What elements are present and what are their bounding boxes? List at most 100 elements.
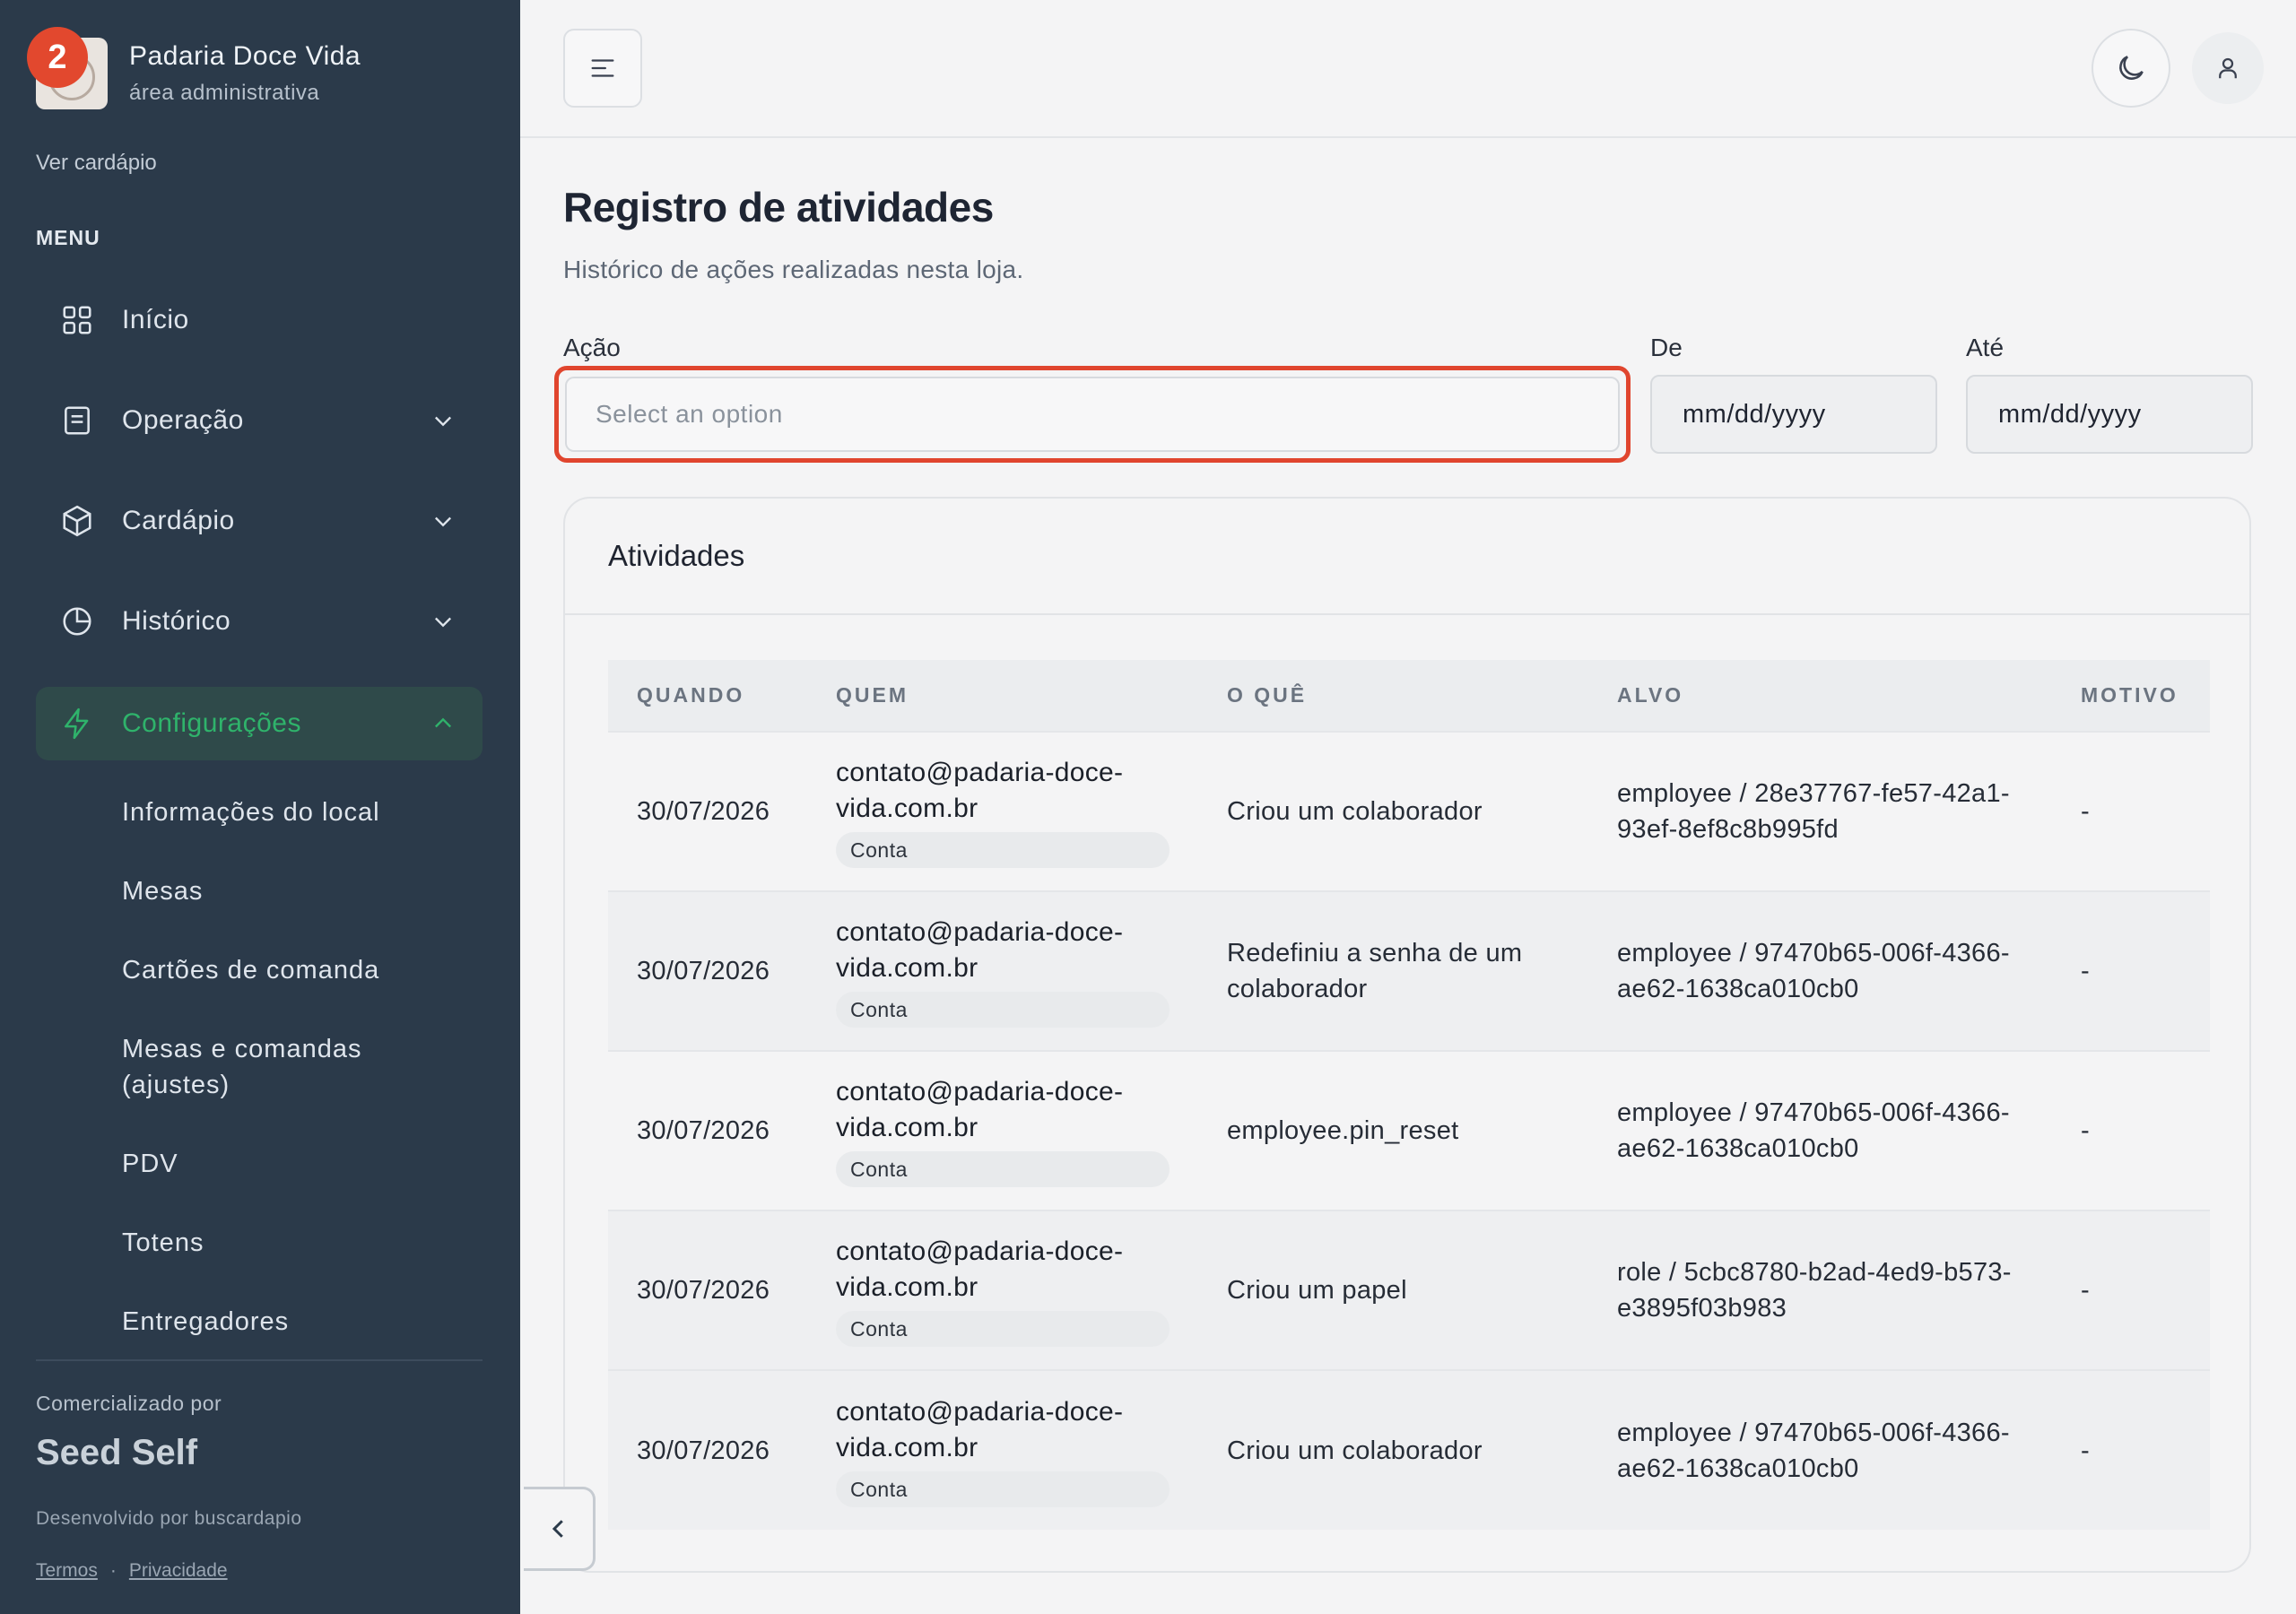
table-row: 30/07/2026 contato@padaria-doce-vida.com… (608, 891, 2210, 1051)
column-header-who: QUEM (836, 683, 909, 707)
cell-target: employee / 97470b65-006f-4366-ae62-1638c… (1617, 1418, 2010, 1483)
action-select[interactable]: Select an option (565, 377, 1620, 452)
cell-reason: - (2081, 1436, 2090, 1465)
cell-target: employee / 28e37767-fe57-42a1-93ef-8ef8c… (1617, 779, 2010, 844)
brand-subtitle: área administrativa (129, 81, 320, 105)
page-title: Registro de atividades (563, 184, 994, 230)
cell-what: employee.pin_reset (1227, 1116, 1459, 1145)
chevron-down-icon (435, 617, 451, 628)
cell-when: 30/07/2026 (637, 797, 770, 826)
cell-when: 30/07/2026 (637, 957, 770, 985)
cell-reason: - (2081, 797, 2090, 826)
menu-section-label: MENU (36, 226, 100, 249)
cell-who: contato@padaria-doce-vida.com.br Conta (807, 732, 1198, 891)
menu-icon (591, 59, 614, 77)
who-email: contato@padaria-doce-vida.com.br (836, 758, 1124, 823)
cell-when: 30/07/2026 (637, 1116, 770, 1145)
developed-by-label: Desenvolvido por buscardapio (36, 1508, 302, 1529)
toggle-menu-button[interactable] (563, 29, 642, 108)
sidebar-item-label: Início (122, 305, 189, 334)
cell-target: role / 5cbc8780-b2ad-4ed9-b573-e3895f03b… (1617, 1258, 2012, 1323)
cell-reason: - (2081, 957, 2090, 985)
sidebar-subitem-cartoes[interactable]: Cartões de comanda (122, 952, 379, 988)
sidebar-item-label: Configurações (122, 708, 301, 738)
brand[interactable]: 2 Padaria Doce Vida área administrativa (27, 27, 361, 109)
theme-toggle-button[interactable] (2092, 29, 2170, 108)
chevron-down-icon (435, 416, 451, 427)
legal-links: Termos · Privacidade (36, 1560, 228, 1582)
moon-icon (2119, 56, 2144, 80)
table-row: 30/07/2026 contato@padaria-doce-vida.com… (608, 1051, 2210, 1210)
sidebar-item-inicio[interactable]: Início (36, 283, 483, 357)
activities-table: QUANDO QUEM O QUÊ ALVO MOTIVO 30/07/2026… (608, 660, 2210, 1530)
sidebar: 2 Padaria Doce Vida área administrativa … (0, 0, 520, 1614)
grid-icon (59, 302, 95, 338)
who-type-badge: Conta (836, 1311, 1170, 1347)
chevron-left-icon (552, 1520, 563, 1538)
who-email: contato@padaria-doce-vida.com.br (836, 917, 1124, 983)
box-icon (59, 503, 95, 539)
pie-chart-icon (59, 603, 95, 639)
brand-name: Padaria Doce Vida (129, 41, 361, 71)
activities-card-title: Atividades (565, 499, 2249, 615)
sidebar-subitem-entregadores[interactable]: Entregadores (122, 1304, 289, 1340)
lightning-icon (59, 706, 95, 742)
sidebar-divider (36, 1359, 483, 1361)
who-type-badge: Conta (836, 1151, 1170, 1187)
table-row: 30/07/2026 contato@padaria-doce-vida.com… (608, 1370, 2210, 1530)
user-menu-button[interactable] (2192, 32, 2264, 104)
chevron-up-icon (435, 717, 451, 728)
cell-what: Criou um colaborador (1227, 797, 1483, 826)
page-subtitle: Histórico de ações realizadas nesta loja… (563, 256, 1024, 283)
commercialized-by-label: Comercializado por (36, 1392, 222, 1415)
from-date-label: De (1650, 334, 1683, 361)
sidebar-item-configuracoes[interactable]: Configurações (36, 687, 483, 760)
cell-when: 30/07/2026 (637, 1276, 770, 1305)
sidebar-subitem-mesas[interactable]: Mesas (122, 873, 203, 909)
sidebar-item-label: Histórico (122, 606, 231, 636)
brand-logo: 2 (27, 27, 108, 109)
sidebar-item-operacao[interactable]: Operação (36, 384, 483, 457)
cell-who: contato@padaria-doce-vida.com.br Conta (807, 1051, 1198, 1210)
cell-what: Criou um papel (1227, 1276, 1407, 1305)
sidebar-item-historico[interactable]: Histórico (36, 585, 483, 658)
view-menu-link[interactable]: Ver cardápio (36, 151, 157, 176)
legal-separator: · (109, 1560, 117, 1581)
table-row: 30/07/2026 contato@padaria-doce-vida.com… (608, 732, 2210, 891)
collapse-sidebar-button[interactable] (524, 1487, 596, 1571)
cell-target: employee / 97470b65-006f-4366-ae62-1638c… (1617, 1098, 2010, 1163)
from-date-input[interactable]: mm/dd/yyyy (1650, 375, 1937, 454)
cell-who: contato@padaria-doce-vida.com.br Conta (807, 1370, 1198, 1530)
who-type-badge: Conta (836, 992, 1170, 1028)
who-email: contato@padaria-doce-vida.com.br (836, 1396, 1124, 1462)
column-header-what: O QUÊ (1227, 683, 1308, 707)
action-filter-highlight: Select an option (554, 366, 1631, 463)
topbar (520, 0, 2296, 138)
to-date-input[interactable]: mm/dd/yyyy (1966, 375, 2253, 454)
terms-link[interactable]: Termos (36, 1560, 98, 1581)
table-header-row: QUANDO QUEM O QUÊ ALVO MOTIVO (608, 660, 2210, 732)
action-filter-label: Ação (563, 334, 621, 361)
who-type-badge: Conta (836, 1471, 1170, 1507)
who-email: contato@padaria-doce-vida.com.br (836, 1237, 1124, 1302)
cell-who: contato@padaria-doce-vida.com.br Conta (807, 891, 1198, 1051)
column-header-reason: MOTIVO (2081, 683, 2179, 707)
sidebar-subitem-mesas-comandas[interactable]: Mesas e comandas (ajustes) (122, 1031, 427, 1103)
to-date-label: Até (1966, 334, 2005, 361)
who-type-badge: Conta (836, 832, 1170, 868)
cell-reason: - (2081, 1116, 2090, 1145)
cell-what: Criou um colaborador (1227, 1436, 1483, 1465)
column-header-target: ALVO (1617, 683, 1684, 707)
cell-who: contato@padaria-doce-vida.com.br Conta (807, 1210, 1198, 1370)
column-header-when: QUANDO (637, 683, 745, 707)
company-name: Seed Self (36, 1433, 198, 1472)
sidebar-subitem-informacoes[interactable]: Informações do local (122, 794, 380, 830)
who-email: contato@padaria-doce-vida.com.br (836, 1077, 1124, 1142)
sidebar-subitem-totens[interactable]: Totens (122, 1225, 204, 1261)
sidebar-item-cardapio[interactable]: Cardápio (36, 484, 483, 558)
cell-reason: - (2081, 1276, 2090, 1305)
activities-card: Atividades QUANDO QUEM O QUÊ ALVO MOTIVO… (563, 497, 2251, 1573)
sidebar-item-label: Cardápio (122, 506, 235, 535)
privacy-link[interactable]: Privacidade (129, 1560, 228, 1581)
sidebar-subitem-pdv[interactable]: PDV (122, 1146, 178, 1182)
